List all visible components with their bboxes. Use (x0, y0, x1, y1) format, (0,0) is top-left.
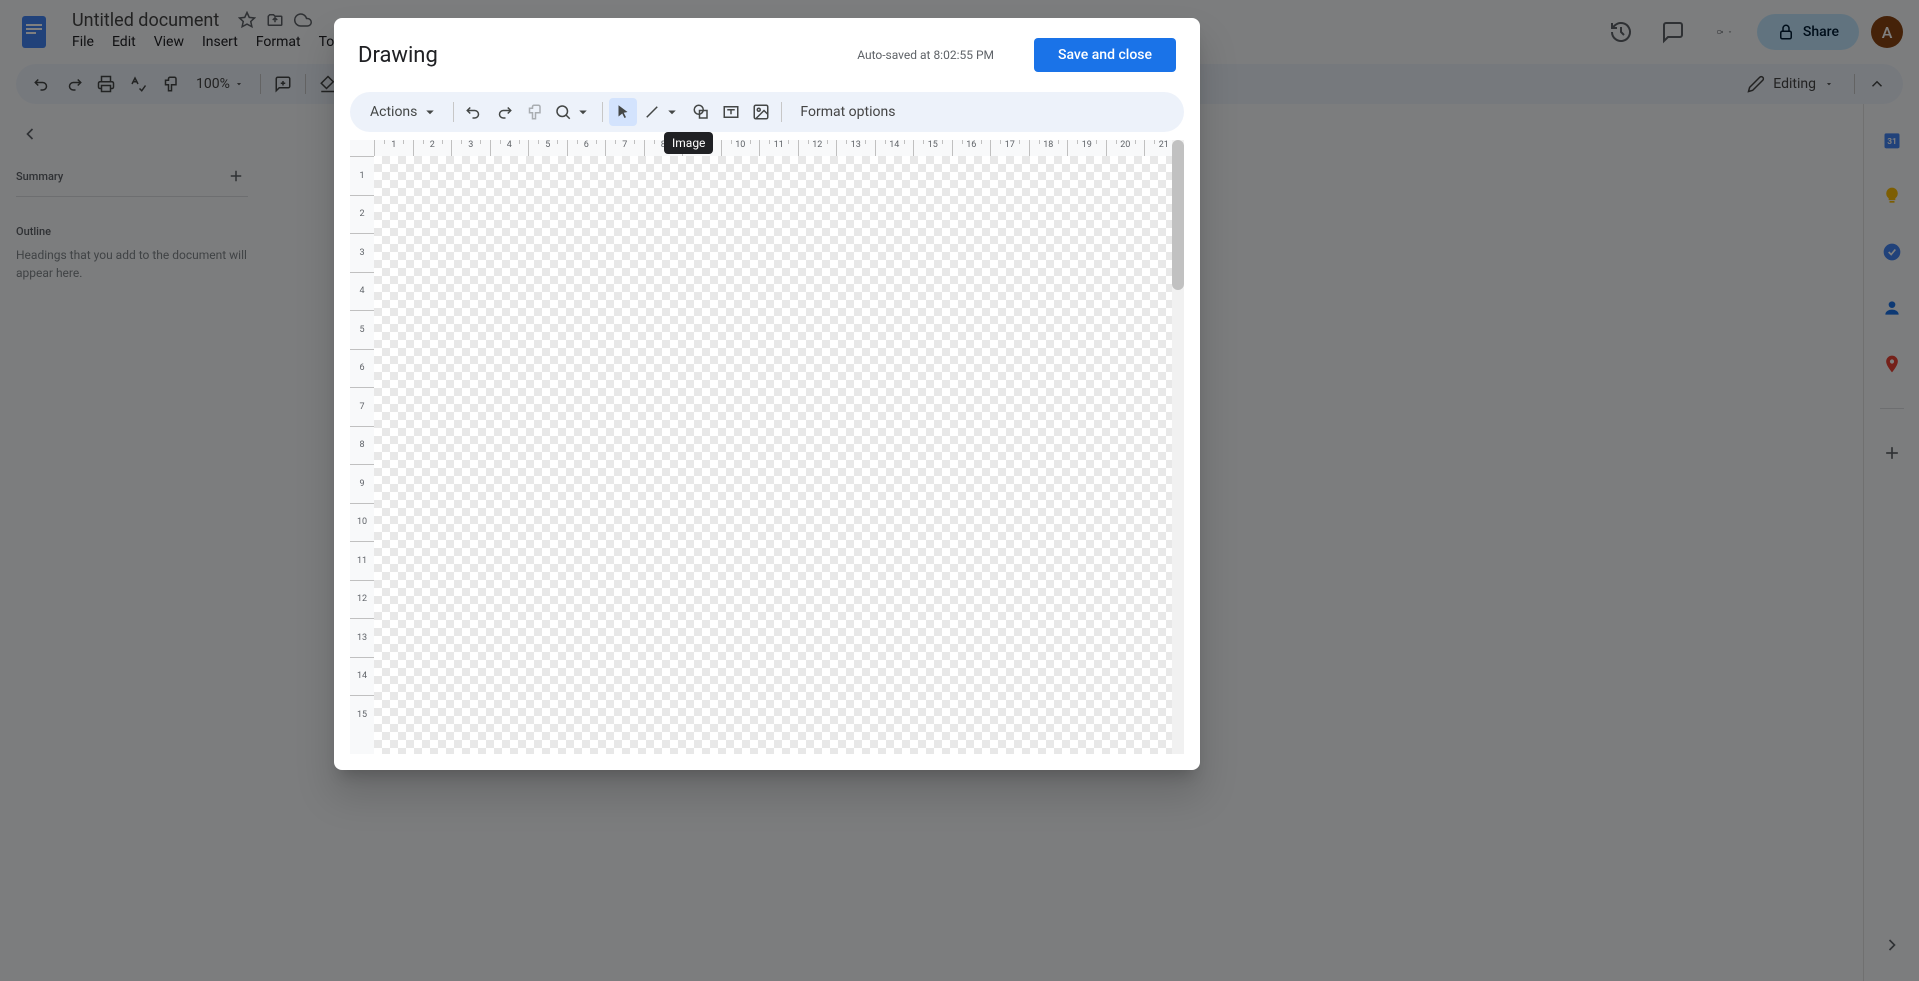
redo-drawing-button[interactable] (490, 98, 518, 126)
ruler-corner (350, 140, 374, 156)
actions-dropdown[interactable]: Actions (362, 98, 447, 126)
line-tool[interactable] (639, 98, 685, 126)
image-tooltip: Image (664, 132, 713, 154)
image-tool[interactable] (747, 98, 775, 126)
undo-drawing-button[interactable] (460, 98, 488, 126)
paint-format-drawing-button (520, 98, 548, 126)
canvas-scrollbar[interactable] (1172, 140, 1184, 754)
drawing-dialog: Drawing Auto-saved at 8:02:55 PM Save an… (334, 18, 1200, 770)
vertical-ruler: 123456789101112131415 (350, 156, 374, 754)
zoom-drawing-button[interactable] (550, 98, 596, 126)
drawing-canvas[interactable] (374, 156, 1184, 754)
horizontal-ruler: 123456789101112131415161718192021 (374, 140, 1184, 156)
format-options-button[interactable]: Format options (788, 98, 907, 126)
shape-tool[interactable] (687, 98, 715, 126)
save-close-button[interactable]: Save and close (1034, 38, 1176, 72)
autosave-status: Auto-saved at 8:02:55 PM (857, 48, 994, 62)
dialog-title: Drawing (358, 43, 438, 68)
select-tool[interactable] (609, 98, 637, 126)
textbox-tool[interactable] (717, 98, 745, 126)
